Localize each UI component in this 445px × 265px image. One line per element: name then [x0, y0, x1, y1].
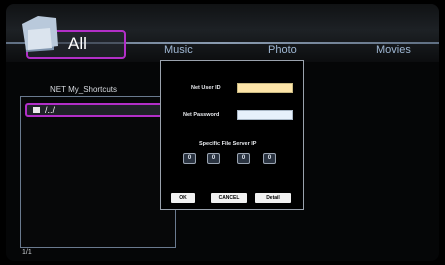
ip-octet-1[interactable]: 0 — [183, 153, 196, 164]
folder-icon — [22, 16, 58, 52]
tv-screen: All Music Photo Movies NET My_Shortcuts … — [6, 4, 439, 261]
user-id-label: Net User ID — [191, 85, 221, 91]
user-id-field[interactable] — [237, 83, 293, 93]
folder-small-icon — [33, 107, 40, 113]
server-ip-label: Specific File Server IP — [199, 141, 257, 147]
category-bar: All Music Photo Movies — [6, 4, 439, 62]
net-login-dialog: Net User ID Net Password Specific File S… — [160, 60, 304, 210]
page-indicator: 1/1 — [22, 249, 32, 256]
tab-music[interactable]: Music — [164, 44, 193, 56]
list-item-label: /../ — [45, 105, 56, 115]
cancel-button[interactable]: CANCEL — [211, 193, 247, 203]
tab-all-label: All — [68, 34, 87, 53]
ip-octet-3[interactable]: 0 — [237, 153, 250, 164]
tab-photo[interactable]: Photo — [268, 44, 297, 56]
list-item[interactable]: /../ — [25, 103, 163, 117]
tab-movies[interactable]: Movies — [376, 44, 411, 56]
detail-button[interactable]: Detail — [255, 193, 291, 203]
password-field[interactable] — [237, 110, 293, 120]
ip-octet-2[interactable]: 0 — [207, 153, 220, 164]
shortcuts-title: NET My_Shortcuts — [50, 85, 117, 94]
shortcuts-list: /../ — [20, 96, 176, 248]
password-label: Net Password — [183, 112, 220, 118]
ok-button[interactable]: OK — [171, 193, 195, 203]
ip-octet-4[interactable]: 0 — [263, 153, 276, 164]
